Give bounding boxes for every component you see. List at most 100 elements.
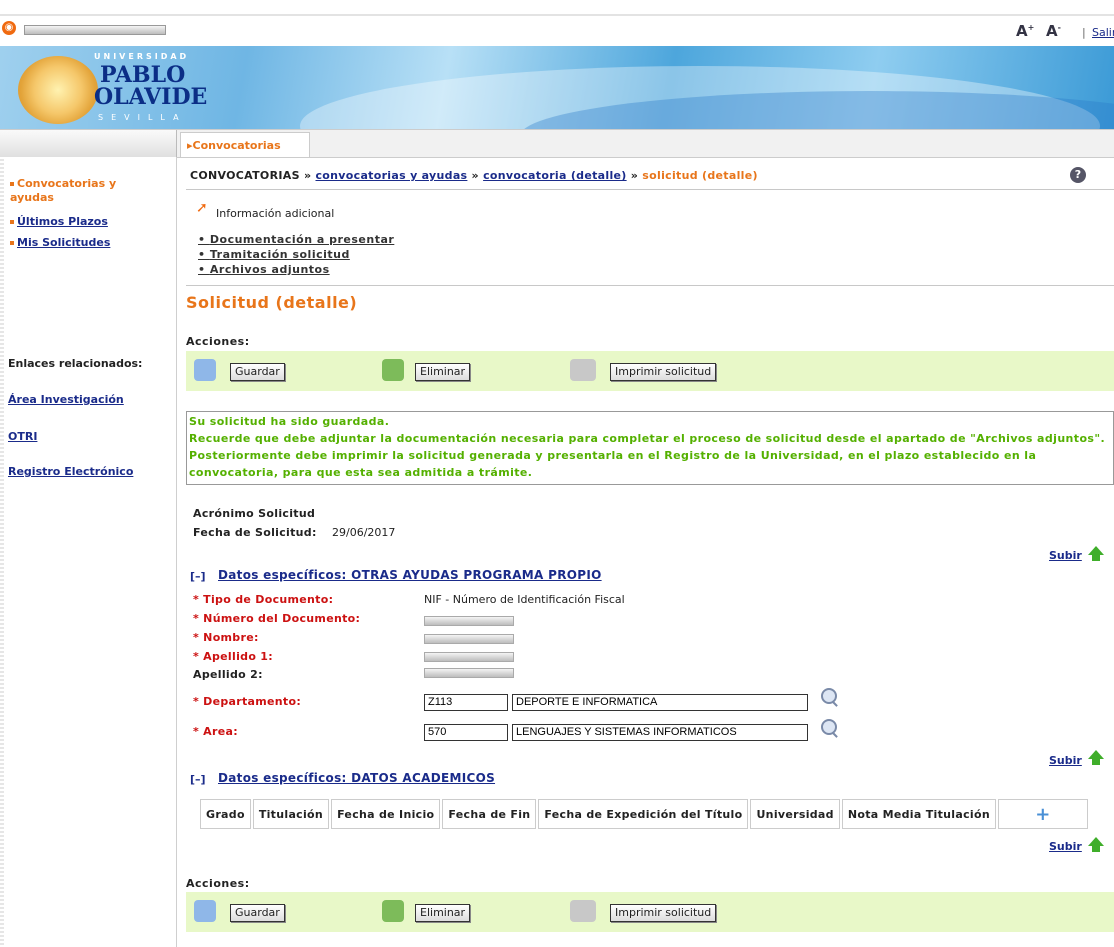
fecha-label: Fecha de Solicitud: [193,526,317,539]
message-box: Su solicitud ha sido guardada. Recuerde … [186,411,1114,485]
related-link-otri[interactable]: OTRI [8,430,37,443]
breadcrumb-convocatoria-link[interactable]: convocatoria (detalle) [483,169,627,182]
up-arrow-icon-stem [1092,555,1100,561]
info-link-text: Tramitación solicitud [209,248,350,261]
user-icon[interactable]: ◉ [2,21,16,35]
page-title: Solicitud (detalle) [186,293,358,312]
departamento-code-input[interactable] [424,694,508,711]
area-name-input[interactable] [512,724,808,741]
save-icon[interactable] [194,359,216,381]
column-header: Fecha de Inicio [331,799,441,829]
numero-documento-label: * Número del Documento: [193,612,361,625]
column-header: Nota Media Titulación [841,799,996,829]
tab-row-left-cap [0,130,177,157]
column-header: Universidad [750,799,840,829]
area-label: * Area: [193,725,238,738]
sidebar-item-mis-solicitudes[interactable]: Mis Solicitudes [10,236,110,250]
section2-toggle[interactable]: [–] [190,773,206,786]
breadcrumb-separator: » [471,169,479,182]
breadcrumb-separator: » [303,169,312,182]
header-banner: UNIVERSIDAD PABLO OLAVIDE SEVILLA [0,46,1114,129]
breadcrumb-root: CONVOCATORIAS [190,169,300,182]
apellido1-redacted [424,652,514,662]
divider [186,189,1114,190]
bullet-icon [10,241,14,245]
apellido2-redacted [424,668,514,678]
font-decrease-button[interactable]: A- [1046,22,1061,40]
logo-universidad-text: UNIVERSIDAD [94,52,190,61]
column-header: Fecha de Expedición del Título [538,799,749,829]
section1-toggle[interactable]: [–] [190,570,206,583]
up-arrow-icon-stem [1092,846,1100,852]
delete-icon[interactable] [382,359,404,381]
tab-convocatorias[interactable]: ▸Convocatorias [180,132,310,157]
related-links-title: Enlaces relacionados: [8,357,143,370]
print-button[interactable]: Imprimir solicitud [610,904,717,922]
font-decrease-label: A [1046,22,1058,40]
logo-pablo-text: PABLO [100,62,186,88]
related-link-registro[interactable]: Registro Electrónico [8,465,133,478]
up-arrow-icon[interactable] [1088,750,1104,759]
message-line: convocatoria, para que esta sea admitida… [189,466,533,479]
subir-link[interactable]: Subir [1049,549,1082,562]
sidebar: Convocatorias y ayudas Últimos Plazos Mi… [0,157,177,947]
delete-button[interactable]: Eliminar [415,904,471,922]
delete-icon[interactable] [382,900,404,922]
sidebar-item-ultimos-plazos[interactable]: Últimos Plazos [10,215,108,229]
bullet-icon [10,220,14,224]
breadcrumb-current: solicitud (detalle) [642,169,758,182]
save-button[interactable]: Guardar [230,363,285,381]
info-link-documentacion[interactable]: • Documentación a presentar [198,233,394,246]
info-link-tramitacion[interactable]: • Tramitación solicitud [198,248,350,261]
arrow-icon: ➚ [196,200,208,216]
help-icon[interactable]: ? [1070,167,1086,183]
user-name-redacted [24,25,166,35]
section2-title[interactable]: Datos específicos: DATOS ACADEMICOS [218,771,495,785]
logo-olavide-text: OLAVIDE [94,84,208,110]
print-button[interactable]: Imprimir solicitud [610,363,717,381]
section1-title[interactable]: Datos específicos: OTRAS AYUDAS PROGRAMA… [218,568,602,582]
departamento-name-input[interactable] [512,694,808,711]
logo-sun-icon [18,56,98,124]
save-icon[interactable] [194,900,216,922]
related-link-area-investigacion[interactable]: Área Investigación [8,393,124,406]
column-header: Titulación [252,799,330,829]
logout-link[interactable]: Salir [1092,26,1114,39]
acronimo-label: Acrónimo Solicitud [193,507,316,520]
up-arrow-icon[interactable] [1088,837,1104,846]
divider [186,285,1114,286]
message-line: Recuerde que debe adjuntar la documentac… [189,432,1106,445]
academic-data-table: Grado Titulación Fecha de Inicio Fecha d… [198,797,1090,831]
university-logo[interactable]: UNIVERSIDAD PABLO OLAVIDE SEVILLA [8,46,207,129]
subir-link[interactable]: Subir [1049,840,1082,853]
info-link-archivos[interactable]: • Archivos adjuntos [198,263,330,276]
departamento-label: * Departamento: [193,695,302,708]
search-icon-handle [832,732,838,738]
column-header: Fecha de Fin [442,799,537,829]
breadcrumb-convocatorias-link[interactable]: convocatorias y ayudas [315,169,467,182]
font-increase-label: A [1016,22,1028,40]
info-label: Información adicional [216,207,335,220]
print-icon[interactable] [570,359,596,381]
top-border [0,0,1114,16]
save-button[interactable]: Guardar [230,904,285,922]
delete-button[interactable]: Eliminar [415,363,471,381]
area-code-input[interactable] [424,724,508,741]
up-arrow-icon[interactable] [1088,546,1104,555]
actions-bar: Guardar Eliminar Imprimir solicitud [186,351,1114,391]
print-icon[interactable] [570,900,596,922]
font-increase-button[interactable]: A+ [1016,22,1034,40]
nombre-label: * Nombre: [193,631,259,644]
table-header-row: Grado Titulación Fecha de Inicio Fecha d… [200,799,1088,829]
info-link-text: Archivos adjuntos [209,263,330,276]
sidebar-item-convocatorias[interactable]: Convocatorias y ayudas [10,177,160,205]
numero-documento-redacted [424,616,514,626]
up-arrow-icon-stem [1092,759,1100,765]
breadcrumb-separator: » [630,169,639,182]
nombre-redacted [424,634,514,644]
tab-label: Convocatorias [192,139,281,152]
add-icon[interactable]: + [1035,804,1050,825]
apellido1-label: * Apellido 1: [193,650,273,663]
subir-link[interactable]: Subir [1049,754,1082,767]
actions-bar-bottom: Guardar Eliminar Imprimir solicitud [186,892,1114,932]
